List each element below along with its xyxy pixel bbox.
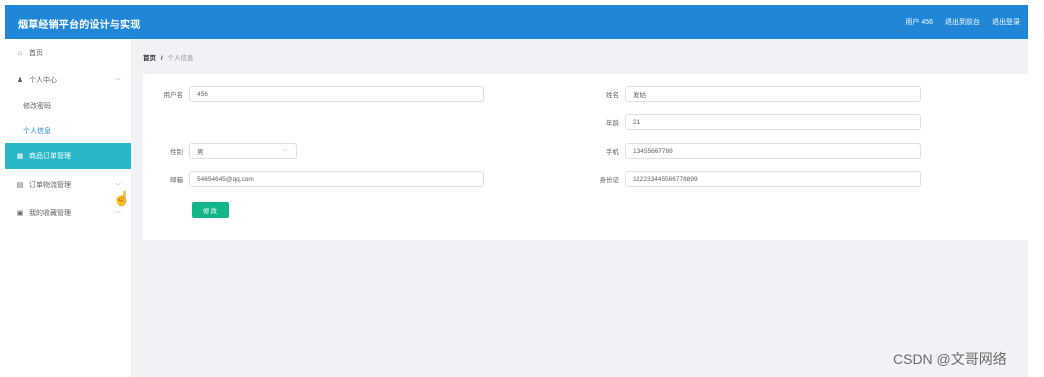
sidebar-item-home[interactable]: ⌂ 首页 [5,40,131,66]
breadcrumb-separator: / [160,55,163,62]
bookmark-icon: ▣ [16,210,24,217]
phone-label: 手机 [606,149,619,156]
logout-link[interactable]: 退出登录 [992,17,1020,27]
gender-field: 性别 男 ﹀ [153,143,297,159]
username-input[interactable]: 456 [189,86,484,102]
id-card-field: 身份证 112233445566778899 [587,171,921,187]
name-label: 姓名 [606,92,619,99]
sidebar-item-label: 个人中心 [29,77,57,84]
sidebar-item-label: 个人信息 [23,128,51,135]
breadcrumb-home[interactable]: 首页 [143,55,156,62]
main-content: 首页 / 个人信息 用户名 456 性别 男 ﹀ 邮箱 54654645@qq.… [132,39,1028,377]
personal-info-form: 用户名 456 性别 男 ﹀ 邮箱 54654645@qq.com 姓名 发姑 … [143,74,1028,240]
gender-label: 性别 [170,149,183,156]
header-actions: 用户 456 退出到前台 退出登录 [905,17,1020,27]
sidebar-item-change-password[interactable]: 修改密码 [5,93,131,119]
hand-cursor-icon: ☝ [113,190,131,206]
name-input[interactable]: 发姑 [625,86,921,102]
top-header: 烟草经销平台的设计与实现 用户 456 退出到前台 退出登录 [5,5,1028,39]
chevron-down-icon: ﹀ [114,211,121,218]
email-label: 邮箱 [170,177,183,184]
age-input[interactable]: 21 [625,114,921,130]
sidebar: ⌂ 首页 ♟ 个人中心 ﹀ 修改密码 个人信息 ▦ 商品订单管理 ▤ 订单物流管… [5,39,132,377]
breadcrumb-current: 个人信息 [167,55,194,62]
email-input[interactable]: 54654645@qq.com [189,171,484,187]
age-label: 年龄 [606,120,619,127]
sidebar-item-personal-info[interactable]: 个人信息 [5,118,131,144]
chevron-down-icon: ﹀ [114,78,121,85]
chevron-down-icon: ﹀ [114,183,121,190]
sidebar-item-label: 首页 [29,50,43,57]
chevron-down-icon: ﹀ [281,149,288,156]
sidebar-item-label: 订单物流管理 [29,182,71,189]
username-field: 用户名 456 [153,86,484,102]
home-icon: ⌂ [17,49,23,57]
edit-button[interactable]: 修改 [192,202,229,218]
id-card-input[interactable]: 112233445566778899 [625,171,921,187]
back-to-front-link[interactable]: 退出到前台 [945,17,980,27]
phone-field: 手机 13455667788 [587,143,921,159]
current-user-label: 用户 456 [905,19,933,26]
gender-value: 男 [197,149,204,156]
username-label: 用户名 [163,92,184,99]
email-field: 邮箱 54654645@qq.com [153,171,484,187]
list-icon: ▤ [16,182,24,189]
age-field: 年龄 21 [587,114,921,130]
watermark: CSDN @文哥网络 [893,351,1007,367]
sidebar-item-label: 修改密码 [23,103,51,110]
sidebar-item-personal-center[interactable]: ♟ 个人中心 ﹀ [5,67,131,93]
phone-input[interactable]: 13455667788 [625,143,921,159]
app-title: 烟草经销平台的设计与实现 [18,20,141,31]
id-card-label: 身份证 [599,177,620,184]
sidebar-item-product-order[interactable]: ▦ 商品订单管理 [5,143,131,169]
sidebar-item-label: 商品订单管理 [29,153,71,160]
sidebar-item-label: 我的收藏管理 [29,210,71,217]
name-field: 姓名 发姑 [587,86,921,102]
breadcrumb: 首页 / 个人信息 [143,52,193,62]
grid-icon: ▦ [16,153,24,160]
gender-select[interactable]: 男 ﹀ [189,143,297,159]
user-icon: ♟ [16,77,24,84]
